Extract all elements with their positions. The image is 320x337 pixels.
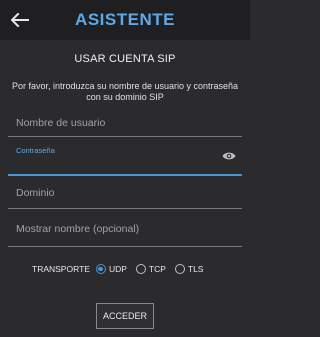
eye-icon[interactable] bbox=[222, 151, 236, 161]
top-app-bar: ASISTENTE bbox=[0, 0, 250, 40]
transport-option-label: TLS bbox=[187, 264, 204, 274]
radio-tls[interactable] bbox=[174, 264, 185, 274]
display-name-field[interactable]: Mostrar nombre (opcional) bbox=[8, 216, 242, 247]
password-label: Contraseña bbox=[16, 146, 55, 155]
username-field[interactable]: Nombre de usuario bbox=[8, 108, 242, 137]
form-description: Por favor, introduzca su nombre de usuar… bbox=[11, 81, 239, 102]
transport-option-label: TCP bbox=[148, 264, 166, 274]
transport-option-udp[interactable]: UDP bbox=[95, 264, 127, 274]
form-heading: USAR CUENTA SIP bbox=[74, 53, 176, 65]
transport-option-label: UDP bbox=[108, 264, 127, 274]
radio-udp[interactable] bbox=[95, 264, 106, 274]
display-name-placeholder: Mostrar nombre (opcional) bbox=[16, 223, 140, 235]
transport-label: TRANSPORTE bbox=[32, 264, 90, 274]
radio-tcp[interactable] bbox=[135, 264, 146, 274]
password-field[interactable]: Contraseña bbox=[8, 141, 242, 176]
transport-option-tls[interactable]: TLS bbox=[174, 264, 204, 274]
username-placeholder: Nombre de usuario bbox=[16, 117, 106, 129]
transport-selector: TRANSPORTE UDP TCP TLS bbox=[32, 262, 212, 276]
login-button[interactable]: ACCEDER bbox=[96, 303, 154, 329]
page-title: ASISTENTE bbox=[75, 10, 175, 29]
domain-placeholder: Dominio bbox=[16, 187, 55, 199]
domain-field[interactable]: Dominio bbox=[8, 180, 242, 209]
transport-option-tcp[interactable]: TCP bbox=[135, 264, 166, 274]
